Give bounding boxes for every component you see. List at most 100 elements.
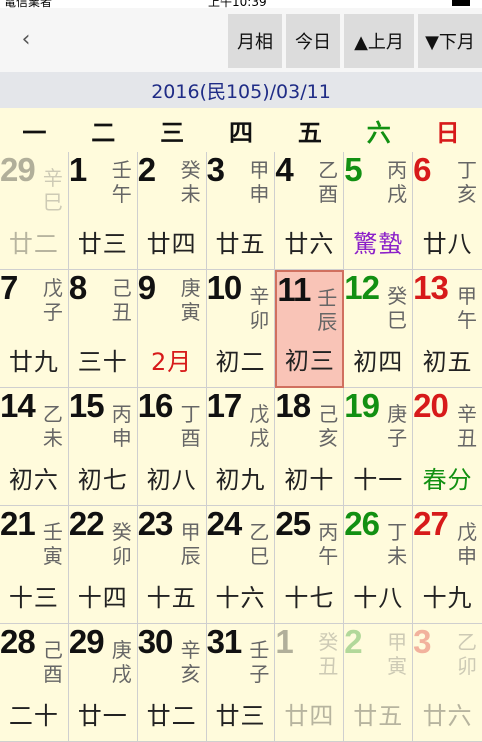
day-cell[interactable]: 12 癸巳初四 xyxy=(344,270,414,388)
ganzhi-stem: 辛 xyxy=(180,638,201,662)
next-month-button[interactable]: ▼下月 xyxy=(418,14,482,68)
day-cell[interactable]: 10 辛卯初二 xyxy=(206,270,276,388)
ganzhi-label: 丙戌 xyxy=(387,158,407,206)
ganzhi-label: 戊申 xyxy=(457,520,477,568)
ganzhi-branch: 未 xyxy=(180,182,201,206)
day-cell[interactable]: 15 丙申初七 xyxy=(68,388,138,506)
day-number: 13 xyxy=(413,270,449,306)
ganzhi-branch: 寅 xyxy=(180,300,201,324)
lunar-date: 十七 xyxy=(284,584,335,612)
day-number: 2 xyxy=(344,624,362,660)
ganzhi-label: 乙未 xyxy=(43,402,63,450)
ganzhi-label: 甲寅 xyxy=(387,630,407,678)
ganzhi-branch: 辰 xyxy=(317,310,338,334)
ganzhi-stem: 甲 xyxy=(249,158,270,182)
day-number: 27 xyxy=(413,506,449,542)
day-cell[interactable]: 5 丙戌驚蟄 xyxy=(344,152,414,270)
day-number: 28 xyxy=(0,624,36,660)
day-number: 4 xyxy=(275,152,293,188)
lunar-date: 廿五 xyxy=(215,230,266,258)
moon-phase-button[interactable]: 月相 xyxy=(228,14,282,68)
day-cell[interactable]: 1 癸丑廿四 xyxy=(275,624,345,742)
ganzhi-branch: 子 xyxy=(42,300,63,324)
today-button[interactable]: 今日 xyxy=(286,14,340,68)
ganzhi-stem: 庚 xyxy=(180,276,201,300)
ganzhi-stem: 乙 xyxy=(318,158,339,182)
day-cell[interactable]: 1 壬午廿三 xyxy=(68,152,138,270)
ganzhi-label: 丁未 xyxy=(387,520,407,568)
ganzhi-label: 癸未 xyxy=(181,158,201,206)
ganzhi-stem: 乙 xyxy=(456,630,477,654)
day-cell[interactable]: 20 辛丑春分 xyxy=(413,388,482,506)
day-cell[interactable]: 30 辛亥廿二 xyxy=(137,624,207,742)
day-cell[interactable]: 22 癸卯十四 xyxy=(68,506,138,624)
ganzhi-branch: 午 xyxy=(318,544,339,568)
day-cell[interactable]: 3 甲申廿五 xyxy=(206,152,276,270)
ganzhi-branch: 戌 xyxy=(111,662,132,686)
ganzhi-branch: 卯 xyxy=(249,308,270,332)
day-cell[interactable]: 23 甲辰十五 xyxy=(137,506,207,624)
day-cell[interactable]: 9 庚寅 2月 xyxy=(137,270,207,388)
clock: 上午10:39 xyxy=(208,0,267,8)
day-number: 22 xyxy=(68,506,105,542)
ganzhi-stem: 丁 xyxy=(387,520,408,544)
current-date-display[interactable]: 2016(民105)/03/11 xyxy=(0,72,482,108)
day-cell[interactable]: 18 己亥初十 xyxy=(275,388,345,506)
ganzhi-branch: 未 xyxy=(42,426,63,450)
ganzhi-stem: 丙 xyxy=(387,158,408,182)
ganzhi-stem: 乙 xyxy=(42,402,63,426)
ganzhi-stem: 丙 xyxy=(318,520,339,544)
ganzhi-stem: 丁 xyxy=(456,158,477,182)
day-cell[interactable]: 19 庚子十一 xyxy=(344,388,414,506)
day-cell[interactable]: 13 甲午初五 xyxy=(413,270,482,388)
lunar-date: 驚蟄 xyxy=(353,230,404,258)
status-bar: 電信業者 上午10:39 xyxy=(0,0,482,8)
lunar-date: 初六 xyxy=(8,466,59,494)
ganzhi-label: 乙酉 xyxy=(318,158,338,206)
ganzhi-stem: 戊 xyxy=(249,402,270,426)
day-cell[interactable]: 25 丙午十七 xyxy=(275,506,345,624)
ganzhi-label: 辛丑 xyxy=(457,402,477,450)
weekday-thu: 四 xyxy=(228,118,253,147)
ganzhi-branch: 酉 xyxy=(180,426,201,450)
day-cell[interactable]: 16 丁酉初八 xyxy=(137,388,207,506)
day-cell[interactable]: 21 壬寅十三 xyxy=(0,506,69,624)
lunar-date: 廿五 xyxy=(353,702,404,730)
ganzhi-label: 丙午 xyxy=(318,520,338,568)
day-cell[interactable]: 17 戊戌初九 xyxy=(206,388,276,506)
day-cell-today[interactable]: 11 壬辰初三 xyxy=(275,270,345,388)
day-cell[interactable]: 29 庚戌廿一 xyxy=(68,624,138,742)
day-cell[interactable]: 24 乙巳十六 xyxy=(206,506,276,624)
day-cell[interactable]: 28 己酉二十 xyxy=(0,624,69,742)
ganzhi-label: 辛卯 xyxy=(249,284,269,332)
day-number: 31 xyxy=(206,624,243,660)
lunar-date: 廿二 xyxy=(8,230,59,258)
day-cell[interactable]: 6 丁亥廿八 xyxy=(413,152,482,270)
day-cell[interactable]: 2 甲寅廿五 xyxy=(344,624,414,742)
back-button[interactable]: ‹ xyxy=(8,20,44,60)
ganzhi-label: 庚戌 xyxy=(112,638,132,686)
ganzhi-label: 辛亥 xyxy=(181,638,201,686)
day-cell[interactable]: 7 戊子廿九 xyxy=(0,270,69,388)
ganzhi-stem: 壬 xyxy=(317,286,338,310)
weekday-mon: 一 xyxy=(22,118,47,147)
prev-month-button[interactable]: ▲上月 xyxy=(344,14,414,68)
day-cell[interactable]: 14 乙未初六 xyxy=(0,388,69,506)
day-cell[interactable]: 8 己丑三十 xyxy=(68,270,138,388)
lunar-date: 十五 xyxy=(146,584,197,612)
day-cell[interactable]: 4 乙酉廿六 xyxy=(275,152,345,270)
calendar-grid: 29 辛巳廿二 1 壬午廿三 2 癸未廿四 3 甲申廿五 4 乙酉廿六 5 丙戌驚蟄 6 丁亥廿八 7 戊子廿… xyxy=(0,152,482,742)
ganzhi-label: 癸卯 xyxy=(112,520,132,568)
ganzhi-label: 己亥 xyxy=(318,402,338,450)
lunar-date: 十八 xyxy=(353,584,404,612)
day-cell[interactable]: 26 丁未十八 xyxy=(344,506,414,624)
ganzhi-label: 壬午 xyxy=(112,158,132,206)
day-number: 8 xyxy=(68,270,87,306)
day-cell[interactable]: 3 乙卯廿六 xyxy=(413,624,482,742)
day-cell[interactable]: 27 戊申十九 xyxy=(413,506,482,624)
ganzhi-stem: 戊 xyxy=(42,276,63,300)
lunar-date: 初五 xyxy=(422,348,473,376)
day-cell[interactable]: 29 辛巳廿二 xyxy=(0,152,69,270)
day-cell[interactable]: 2 癸未廿四 xyxy=(137,152,207,270)
day-cell[interactable]: 31 壬子廿三 xyxy=(206,624,276,742)
